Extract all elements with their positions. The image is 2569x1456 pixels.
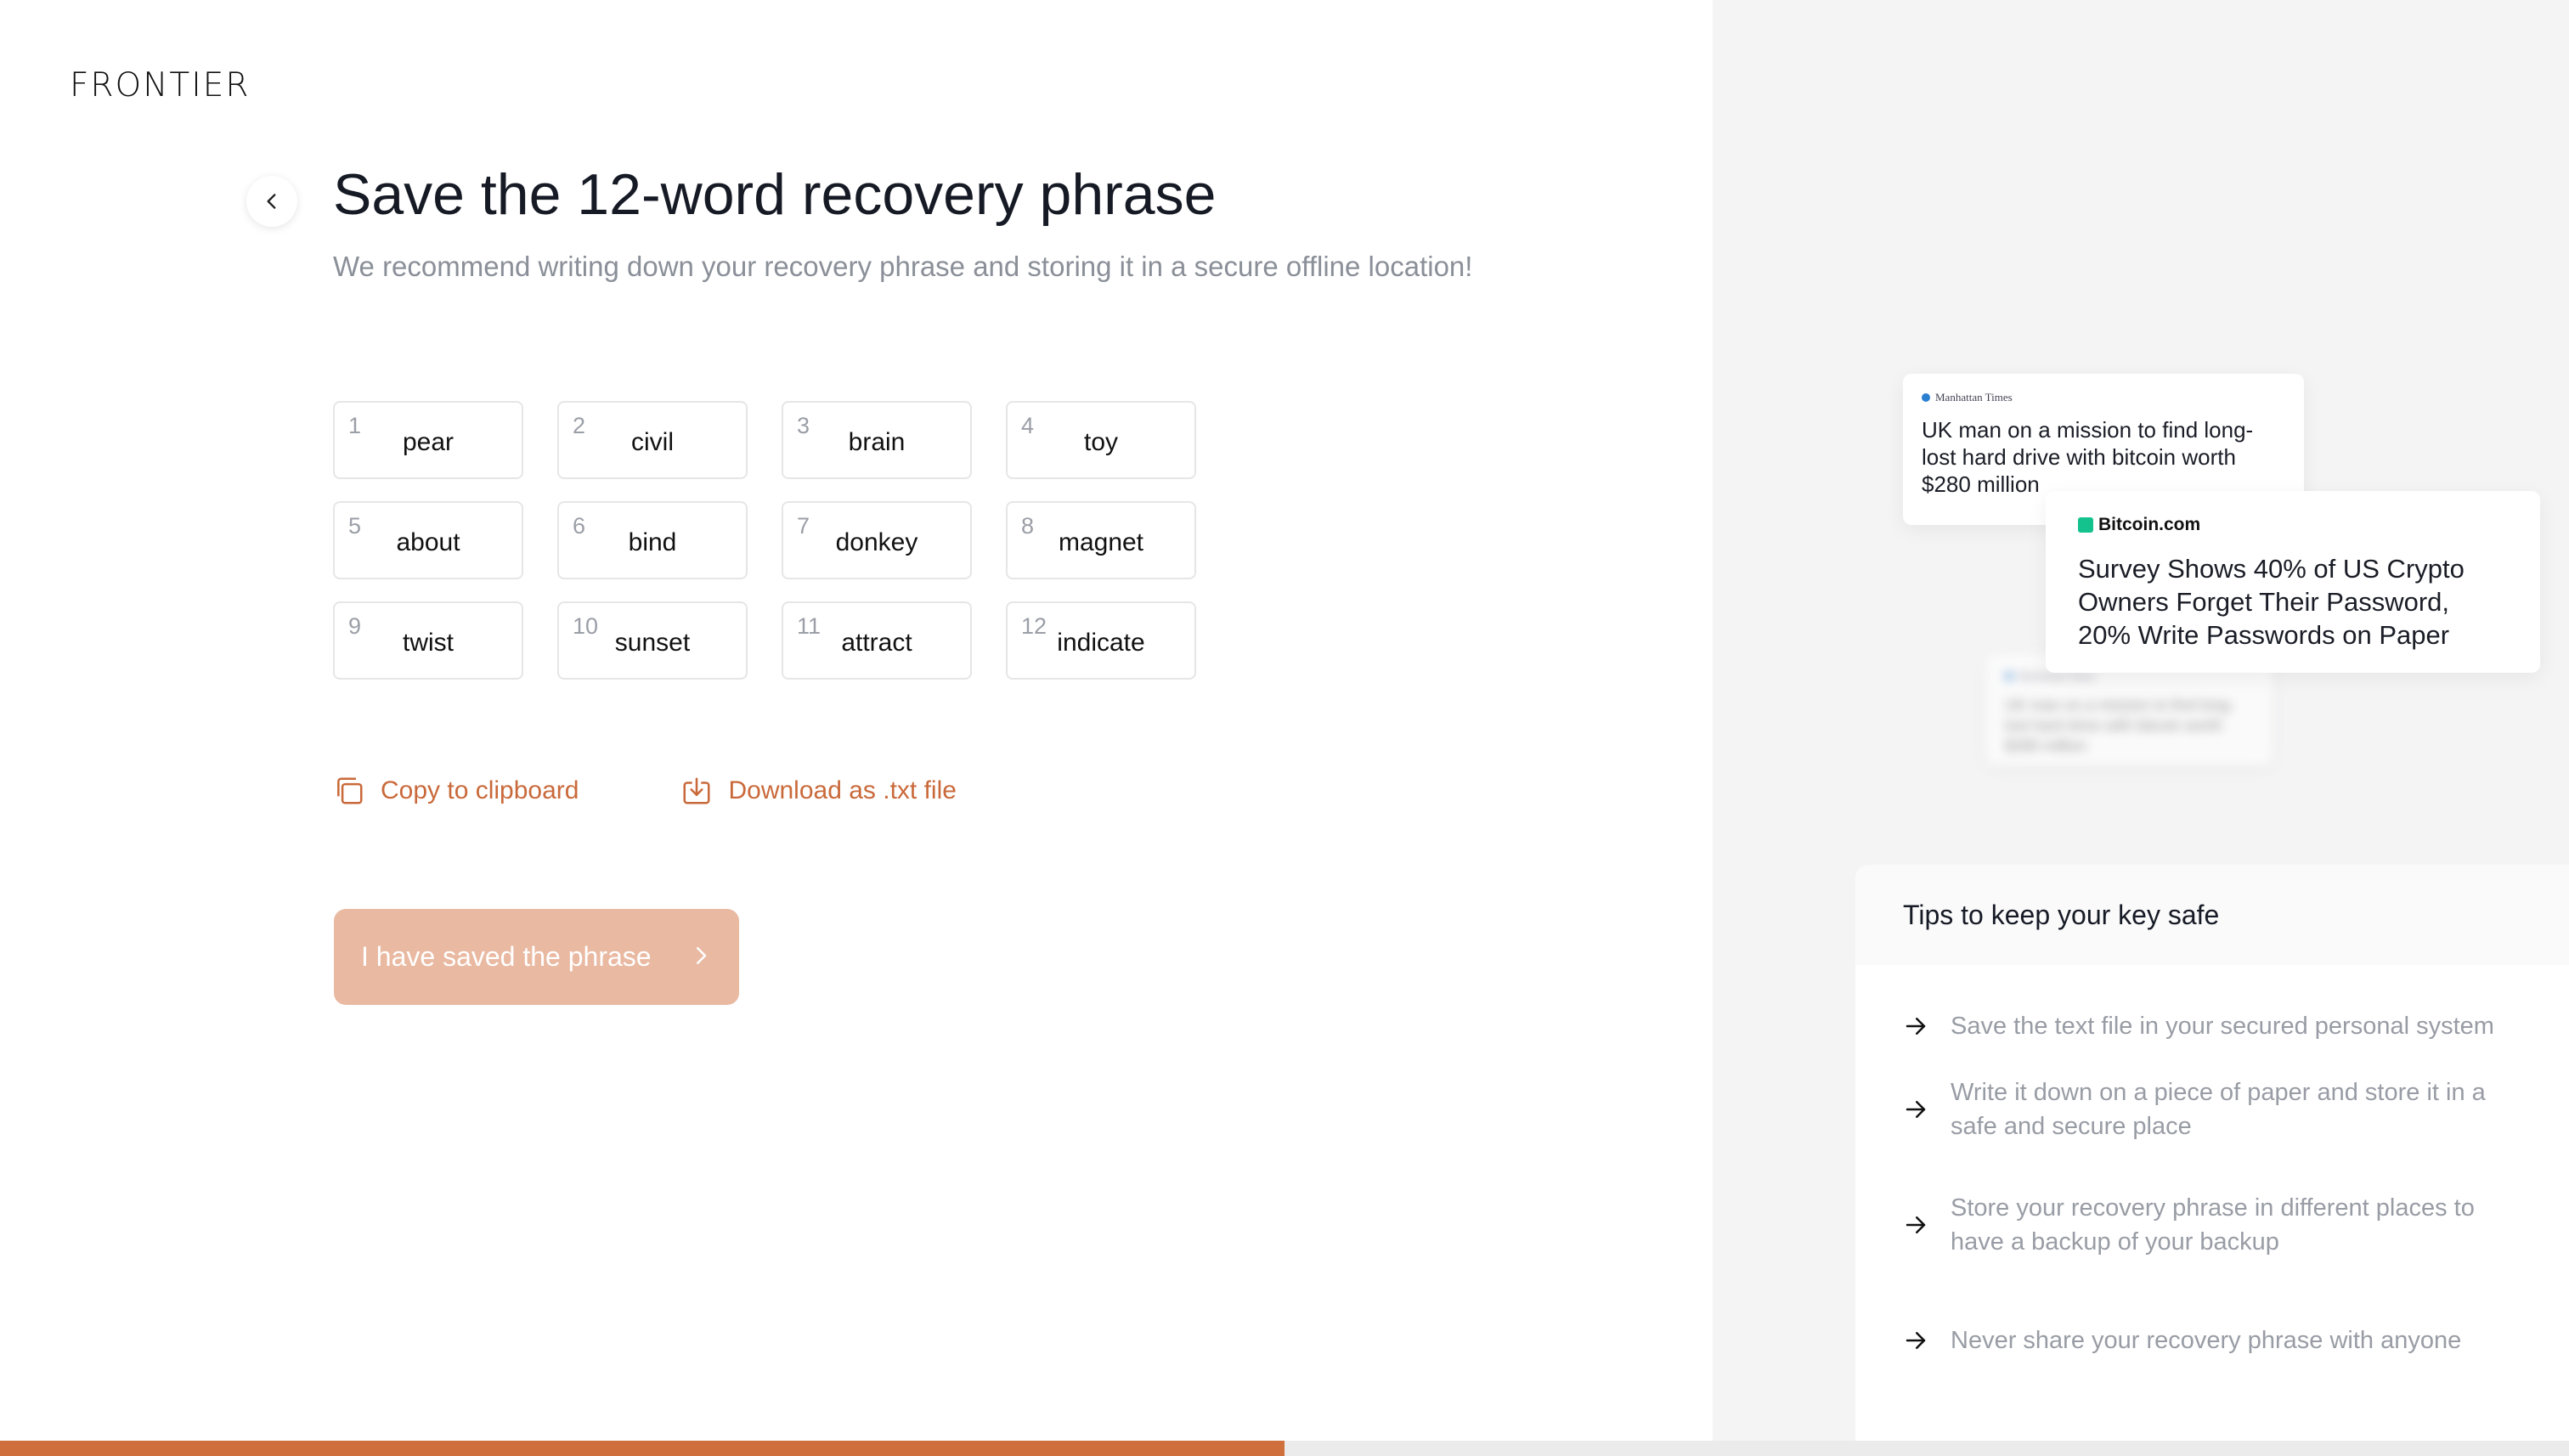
phrase-word-10: 10 sunset (557, 601, 748, 680)
tip-item: Store your recovery phrase in different … (1903, 1191, 2532, 1259)
copy-to-clipboard-button[interactable]: Copy to clipboard (333, 775, 579, 807)
tips-panel: Tips to keep your key safe Save the text… (1855, 865, 2569, 1441)
tip-item: Never share your recovery phrase with an… (1903, 1323, 2532, 1357)
word-text: bind (628, 528, 677, 556)
tip-text: Never share your recovery phrase with an… (1951, 1327, 2462, 1354)
word-text: brain (848, 428, 906, 456)
phrase-word-5: 5 about (333, 501, 523, 579)
info-pane: Manhattan Times UK man on a mission to f… (1713, 0, 2569, 1441)
word-text: civil (631, 428, 674, 456)
main-pane: FRONTIER Save the 12-word recovery phras… (0, 0, 1713, 1441)
word-text: pear (402, 428, 455, 456)
back-button[interactable] (246, 176, 297, 227)
word-text: toy (1083, 428, 1119, 456)
phrase-actions: Copy to clipboard Download as .txt file (333, 775, 957, 807)
tip-text: Save the text file in your secured perso… (1951, 1013, 2494, 1040)
phrase-word-4: 4 toy (1006, 401, 1196, 479)
phrase-word-3: 3 brain (782, 401, 972, 479)
phrase-word-11: 11 attract (782, 601, 972, 680)
phrase-word-6: 6 bind (557, 501, 748, 579)
chevron-left-icon (267, 194, 276, 209)
chevron-right-icon (697, 947, 707, 964)
news-source-name: Manhattan Times (1935, 391, 2013, 404)
tips-title: Tips to keep your key safe (1855, 865, 2569, 965)
bitcoin-logo-icon (2078, 517, 2093, 533)
download-label: Download as .txt file (728, 776, 957, 804)
source-logo-icon (1922, 393, 1930, 402)
page-subtitle: We recommend writing down your recovery … (333, 251, 1473, 282)
phrase-word-1: 1 pear (333, 401, 523, 479)
frontier-logo: FRONTIER (70, 66, 251, 104)
word-text: attract (841, 629, 912, 657)
recovery-phrase-grid: 1 pear 2 civil 3 brain 4 toy 5 about 6 bind 7d… (333, 401, 1198, 680)
news-card-bitcoin: Bitcoin.com Survey Shows 40% of US Crypt… (2046, 491, 2540, 673)
page-title: Save the 12-word recovery phrase (333, 162, 1217, 227)
word-text: about (396, 528, 460, 556)
progress-fill (0, 1441, 1284, 1456)
news-headline: UK man on a mission to find long-lost ha… (1922, 417, 2254, 497)
phrase-word-7: 7 donkey (782, 501, 972, 579)
tip-text: Store your recovery phrase in different … (1951, 1194, 2475, 1256)
phrase-word-2: 2 civil (557, 401, 748, 479)
source-logo-icon (2005, 672, 2013, 680)
news-source: Manhattan Times (1922, 391, 2285, 404)
news-headline: UK man on a mission to find long-lost ha… (2005, 697, 2235, 754)
word-text: twist (403, 629, 454, 657)
word-text: donkey (835, 528, 918, 556)
news-source: Bitcoin.com (2078, 515, 2508, 535)
phrase-word-12: 12 indicate (1006, 601, 1196, 680)
arrow-right-icon (1906, 1101, 1926, 1118)
tip-text: Write it down on a piece of paper and st… (1951, 1079, 2486, 1140)
word-text: indicate (1057, 629, 1145, 657)
word-text: magnet (1058, 528, 1144, 556)
tip-item: Save the text file in your secured perso… (1903, 1009, 2532, 1043)
word-text: sunset (614, 629, 691, 657)
saved-phrase-button[interactable]: I have saved the phrase (334, 909, 739, 1005)
arrow-right-icon (1906, 1216, 1926, 1233)
download-icon (683, 777, 710, 804)
news-headline: Survey Shows 40% of US Crypto Owners For… (2078, 554, 2465, 650)
copy-icon (337, 777, 363, 804)
copy-label: Copy to clipboard (381, 776, 579, 804)
phrase-word-9: 9 twist (333, 601, 523, 680)
phrase-word-8: 8 magnet (1006, 501, 1196, 579)
arrow-right-icon (1906, 1018, 1926, 1035)
arrow-right-icon (1906, 1332, 1926, 1349)
download-txt-button[interactable]: Download as .txt file (680, 775, 957, 807)
tip-item: Write it down on a piece of paper and st… (1903, 1075, 2532, 1143)
news-source-name: Bitcoin.com (2098, 515, 2201, 534)
saved-phrase-label: I have saved the phrase (361, 941, 652, 972)
onboarding-progress-bar (0, 1441, 2569, 1456)
